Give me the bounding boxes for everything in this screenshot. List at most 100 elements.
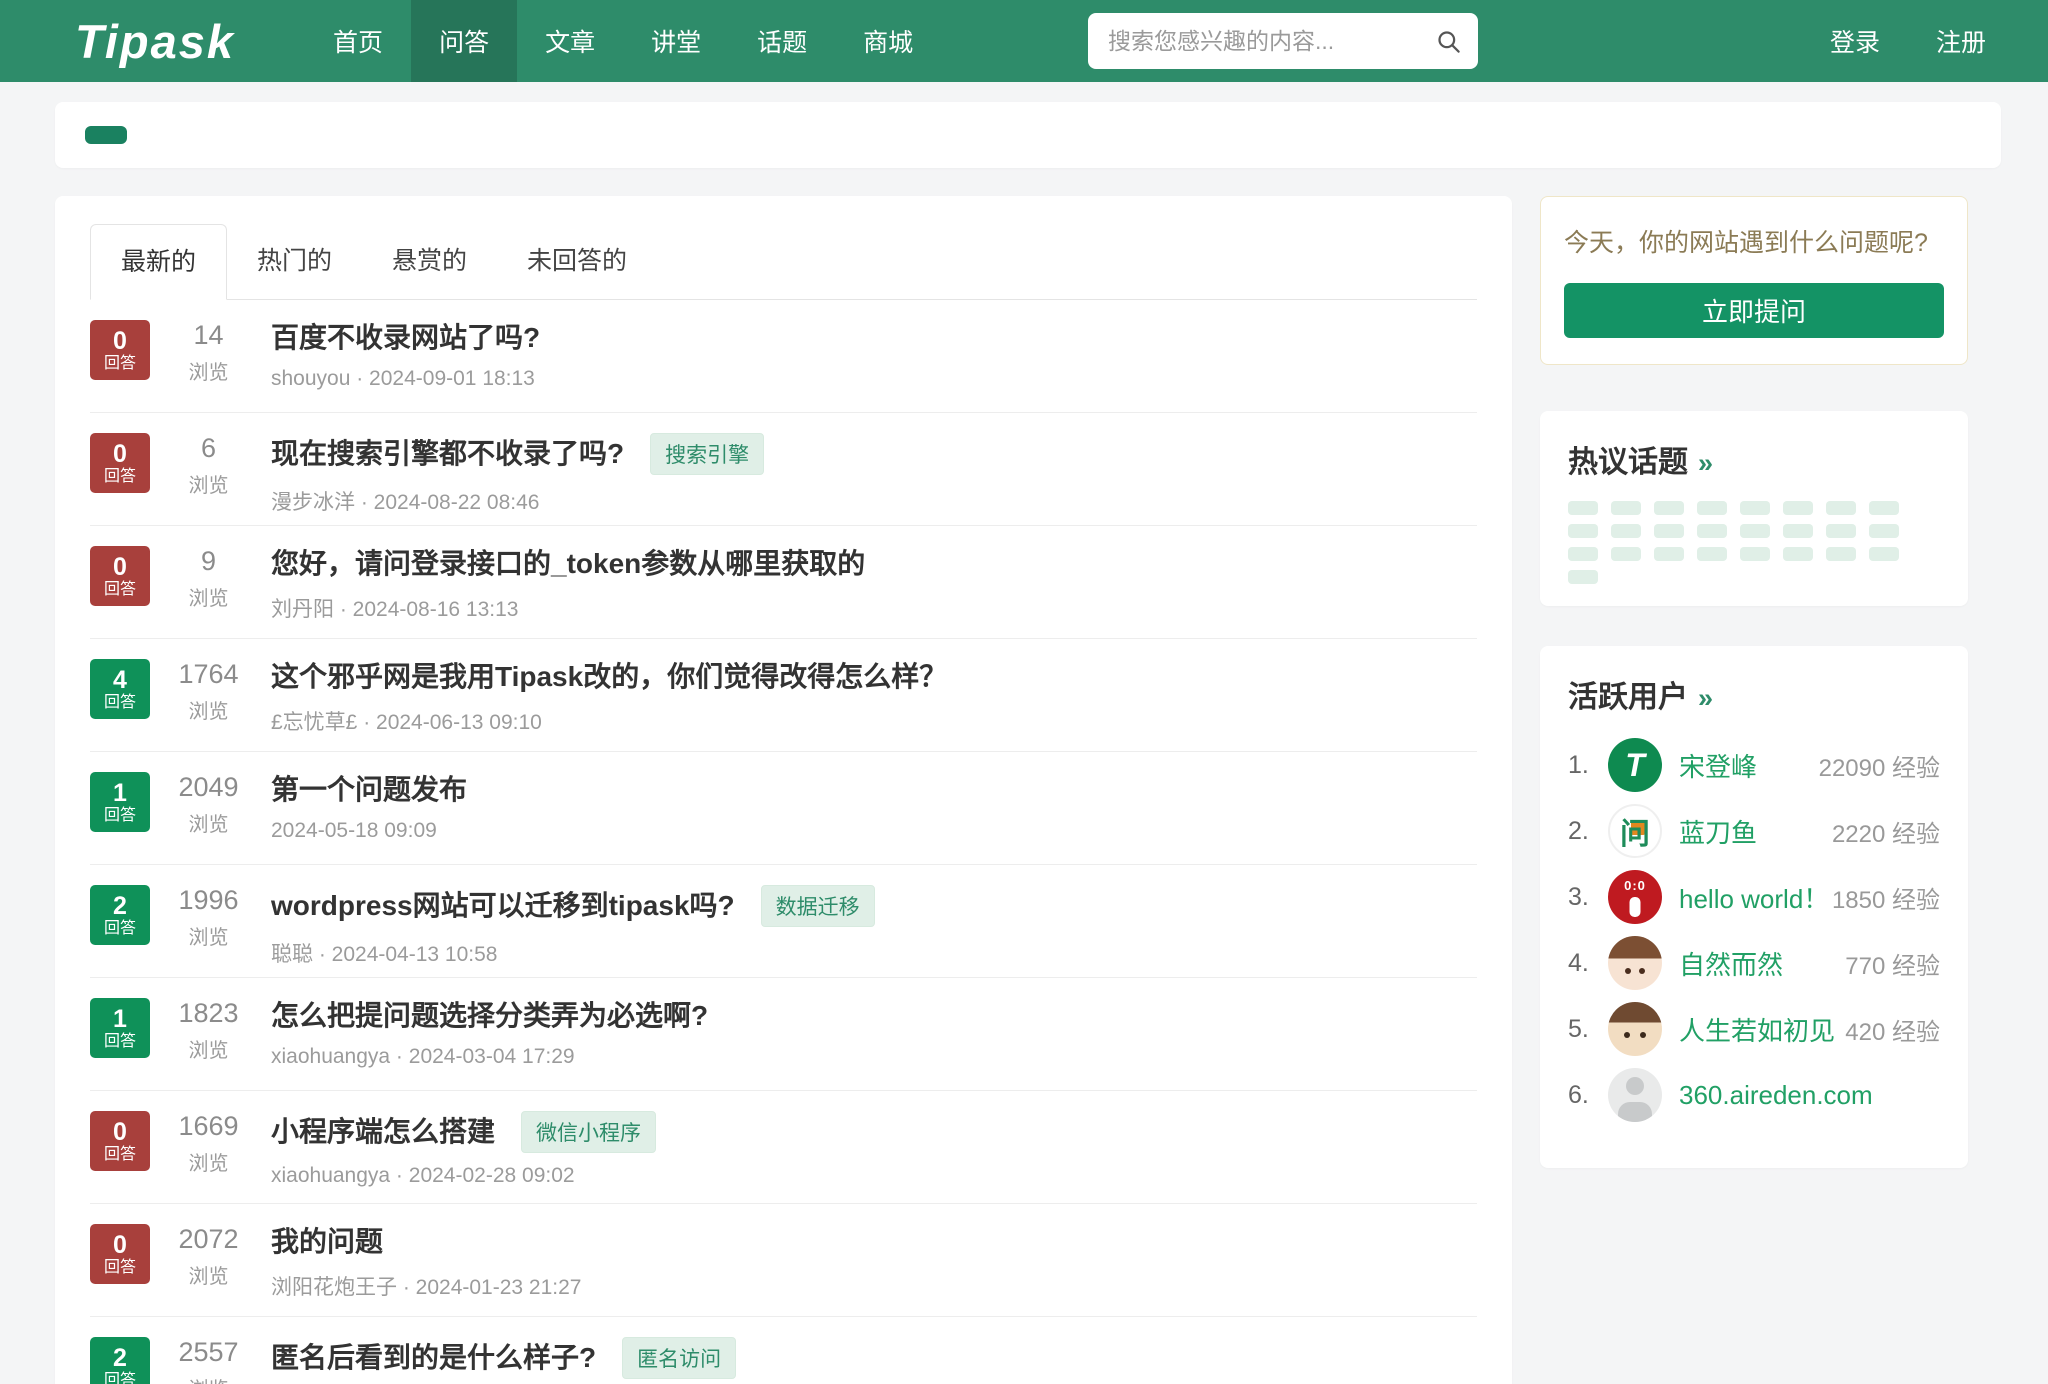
hot-topics-more-link[interactable]: »	[1698, 448, 1713, 479]
question-topic-tag[interactable]: 匿名访问	[622, 1337, 736, 1379]
question-meta: 刘丹阳 · 2024-08-16 13:13	[271, 593, 1477, 623]
user-avatar[interactable]	[1608, 738, 1662, 792]
sort-tab[interactable]: 热门的	[227, 224, 362, 299]
view-count: 6 浏览	[156, 433, 261, 498]
nav-item[interactable]: 文章	[517, 0, 623, 82]
hot-topic-tag[interactable]	[1568, 570, 1598, 584]
user-rank: 3.	[1568, 883, 1604, 912]
hot-topic-tag[interactable]	[1568, 547, 1598, 561]
hot-topic-tag[interactable]	[1611, 524, 1641, 538]
user-rank: 5.	[1568, 1015, 1604, 1044]
question-meta: xiaohuangya · 2024-02-28 09:02	[271, 1164, 1477, 1188]
search-button[interactable]	[1435, 28, 1462, 55]
question-meta: shouyou · 2024-09-01 18:13	[271, 367, 1477, 391]
search-input[interactable]	[1108, 28, 1435, 55]
hot-topic-tag[interactable]	[1697, 501, 1727, 515]
hot-topic-tag[interactable]	[1697, 524, 1727, 538]
user-avatar[interactable]	[1608, 870, 1662, 924]
top-navbar: Tipask 首页问答文章讲堂话题商城 登录 注册	[0, 0, 2048, 82]
view-count: 2557 浏览	[156, 1337, 261, 1384]
answer-count-badge: 1 回答	[90, 998, 150, 1058]
hot-topic-tag[interactable]	[1826, 547, 1856, 561]
hot-topic-tag[interactable]	[1869, 547, 1899, 561]
hot-topic-tag[interactable]	[1783, 501, 1813, 515]
hot-topic-tag[interactable]	[1826, 501, 1856, 515]
user-name-link[interactable]: 自然而然	[1679, 945, 1783, 982]
hot-topics-title: 热议话题	[1568, 437, 1688, 481]
filter-item[interactable]	[85, 126, 127, 144]
question-title-link[interactable]: wordpress网站可以迁移到tipask吗?	[271, 888, 735, 924]
active-users-list: 1. 宋登峰 22090 经验 2. 蓝刀鱼 2220 经验 3. hello …	[1568, 732, 1940, 1128]
register-link[interactable]: 注册	[1936, 23, 1986, 59]
sort-tab[interactable]: 未回答的	[497, 224, 657, 299]
user-name-link[interactable]: hello world！	[1679, 879, 1829, 916]
user-name-link[interactable]: 360.aireden.com	[1679, 1080, 1873, 1111]
nav-item[interactable]: 话题	[729, 0, 835, 82]
hot-topic-tag[interactable]	[1869, 501, 1899, 515]
hot-topic-tag[interactable]	[1654, 547, 1684, 561]
hot-topic-tag[interactable]	[1740, 524, 1770, 538]
user-rank: 6.	[1568, 1081, 1604, 1110]
question-topic-tag[interactable]: 数据迁移	[761, 885, 875, 927]
question-title-link[interactable]: 现在搜索引擎都不收录了吗?	[271, 436, 624, 472]
user-rank: 1.	[1568, 751, 1604, 780]
hot-topic-tag[interactable]	[1740, 547, 1770, 561]
question-title-link[interactable]: 匿名后看到的是什么样子?	[271, 1340, 596, 1376]
view-count: 14 浏览	[156, 320, 261, 385]
user-name-link[interactable]: 蓝刀鱼	[1679, 813, 1757, 850]
hot-topic-tag[interactable]	[1611, 547, 1641, 561]
question-meta: 浏阳花炮王子 · 2024-01-23 21:27	[271, 1271, 1477, 1301]
question-title-link[interactable]: 怎么把提问题选择分类弄为必选啊?	[271, 998, 708, 1034]
hot-topic-tag[interactable]	[1611, 501, 1641, 515]
question-topic-tag[interactable]: 微信小程序	[521, 1111, 656, 1153]
user-name-link[interactable]: 人生若如初见	[1679, 1011, 1835, 1048]
sort-tab[interactable]: 悬赏的	[362, 224, 497, 299]
active-users-more-link[interactable]: »	[1698, 683, 1713, 714]
ask-question-card: 今天，你的网站遇到什么问题呢? 立即提问	[1540, 196, 1968, 365]
active-user-row: 3. hello world！ 1850 经验	[1568, 864, 1940, 930]
nav-item[interactable]: 问答	[411, 0, 517, 82]
question-topic-tag[interactable]: 搜索引擎	[650, 433, 764, 475]
user-avatar[interactable]	[1608, 1068, 1662, 1122]
view-count: 1764 浏览	[156, 659, 261, 724]
user-avatar[interactable]	[1608, 1002, 1662, 1056]
question-title-link[interactable]: 这个邪乎网是我用Tipask改的，你们觉得改得怎么样？	[271, 659, 947, 695]
hot-topic-tag[interactable]	[1654, 501, 1684, 515]
hot-topic-tag[interactable]	[1568, 524, 1598, 538]
user-name-link[interactable]: 宋登峰	[1679, 747, 1757, 784]
nav-item[interactable]: 讲堂	[623, 0, 729, 82]
question-title-link[interactable]: 第一个问题发布	[271, 772, 467, 808]
hot-topic-tag[interactable]	[1869, 524, 1899, 538]
nav-item[interactable]: 商城	[835, 0, 941, 82]
view-count: 1823 浏览	[156, 998, 261, 1063]
answer-count-badge: 2 回答	[90, 1337, 150, 1384]
login-link[interactable]: 登录	[1830, 23, 1880, 59]
nav-item[interactable]: 首页	[305, 0, 411, 82]
hot-topic-tag[interactable]	[1826, 524, 1856, 538]
user-rank: 4.	[1568, 949, 1604, 978]
site-logo[interactable]: Tipask	[75, 14, 235, 69]
hot-topic-tag[interactable]	[1568, 501, 1598, 515]
question-meta: 聪聪 · 2024-04-13 10:58	[271, 938, 1477, 968]
user-experience: 770 经验	[1845, 946, 1940, 981]
question-list: 0 回答 14 浏览 百度不收录网站了吗? shouyou · 2024-09-…	[90, 300, 1477, 1384]
sort-tab[interactable]: 最新的	[90, 224, 227, 300]
active-user-row: 6. 360.aireden.com	[1568, 1062, 1940, 1128]
hot-topic-tag[interactable]	[1654, 524, 1684, 538]
active-user-row: 5. 人生若如初见 420 经验	[1568, 996, 1940, 1062]
view-count: 2049 浏览	[156, 772, 261, 837]
hot-topic-tag[interactable]	[1783, 547, 1813, 561]
question-title-link[interactable]: 我的问题	[271, 1224, 383, 1260]
user-avatar[interactable]	[1608, 804, 1662, 858]
hot-topic-tag[interactable]	[1740, 501, 1770, 515]
sidebar: 今天，你的网站遇到什么问题呢? 立即提问 热议话题 » 活跃用户 » 1. 宋登…	[1540, 196, 1968, 1168]
user-avatar[interactable]	[1608, 936, 1662, 990]
hot-topic-tag[interactable]	[1783, 524, 1813, 538]
hot-topic-tag[interactable]	[1697, 547, 1727, 561]
view-count: 2072 浏览	[156, 1224, 261, 1289]
question-title-link[interactable]: 百度不收录网站了吗?	[271, 320, 540, 356]
question-title-link[interactable]: 您好，请问登录接口的_token参数从哪里获取的	[271, 546, 865, 582]
ask-now-button[interactable]: 立即提问	[1564, 283, 1944, 338]
question-row: 0 回答 1669 浏览 小程序端怎么搭建 微信小程序 xiaohuangya …	[90, 1091, 1477, 1204]
question-title-link[interactable]: 小程序端怎么搭建	[271, 1114, 495, 1150]
